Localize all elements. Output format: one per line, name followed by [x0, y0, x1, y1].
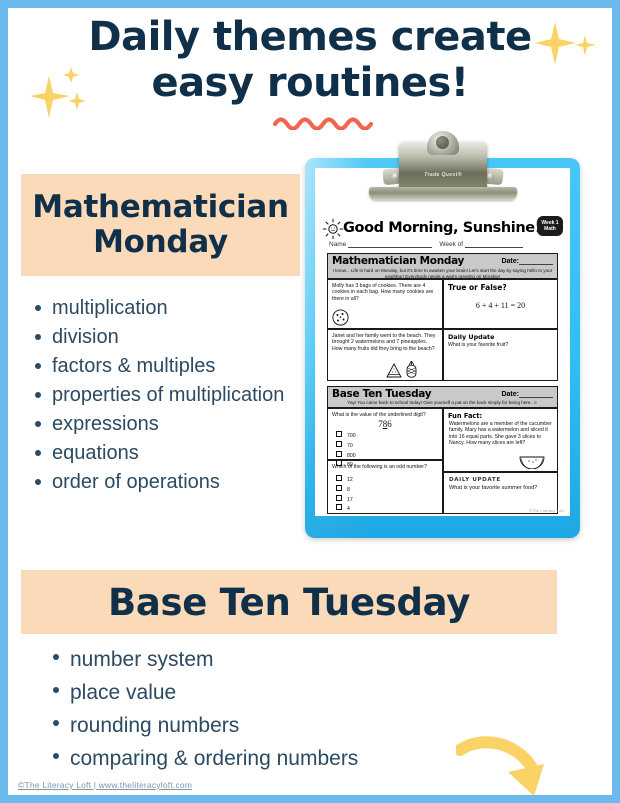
cookie-icon [332, 309, 349, 326]
fun-fact-text: Watermelons are a member of the cucumber… [449, 421, 552, 447]
digit-ones: 6 [387, 419, 392, 430]
bullet-list-base-ten-tuesday: number system place value rounding numbe… [46, 644, 526, 776]
tuesday-fun-fact-box: Fun Fact: Watermelons are a member of th… [443, 408, 558, 472]
bullet-list-mathematician-monday: multiplication division factors & multip… [28, 295, 303, 498]
page-title-line-2: easy routines! [151, 60, 469, 106]
option-row[interactable]: 12 [336, 475, 442, 485]
list-item: place value [53, 677, 526, 708]
page-title-line-1: Daily themes create [88, 14, 532, 60]
monday-header: Mathematician Monday Date: I know... Lif… [327, 253, 558, 279]
monday-daily-update-box: Daily Update What is your favorite fruit… [443, 329, 558, 381]
option-row[interactable]: 8 [336, 485, 442, 495]
true-false-label: True or False? [448, 283, 507, 292]
monday-equation: 6 + 4 + 11 = 20 [475, 301, 526, 310]
tuesday-question-2: Which of the following is an odd number? [332, 464, 427, 470]
name-label: Name [329, 241, 347, 248]
clip-rivet-left [392, 173, 399, 180]
tuesday-question-2-box: Which of the following is an odd number?… [327, 460, 443, 514]
monday-daily-update-label: Daily Update [448, 333, 495, 341]
week-math-badge: Week 1 Math [537, 216, 563, 236]
checkbox[interactable] [336, 450, 342, 457]
list-item: number system [53, 644, 526, 675]
worksheet-footer-credit: ©The Literacy Loft [529, 509, 564, 513]
clip-rivet-right [487, 173, 494, 180]
tuesday-question-1: What is the value of the underlined digi… [332, 412, 426, 418]
monday-question-2: Janet and her family went to the beach. … [332, 333, 436, 352]
checkbox[interactable] [336, 494, 342, 501]
list-item: order of operations [35, 469, 303, 496]
week-of-field[interactable] [464, 240, 523, 248]
tuesday-date[interactable]: Date: [501, 390, 553, 398]
name-week-row: Name Week of [329, 240, 557, 248]
monday-question-1-box: Molly has 3 bags of cookies. There are 4… [327, 279, 443, 329]
checkbox[interactable] [336, 485, 342, 491]
list-item: equations [35, 440, 303, 467]
monday-date-label: Date: [501, 258, 519, 265]
list-item: factors & multiples [35, 353, 303, 380]
checkbox[interactable] [336, 475, 342, 482]
monday-question-2-box: Janet and her family went to the beach. … [327, 329, 443, 381]
monday-true-false-box: True or False? 6 + 4 + 11 = 20 [443, 279, 558, 329]
section-title: Mathematician Monday [32, 189, 289, 260]
option-label: 800 [347, 452, 356, 459]
tuesday-subtitle: Yay! You came back to school today! Give… [347, 400, 538, 405]
option-row[interactable]: 800 [336, 450, 442, 461]
week-of-label: Week of [439, 241, 464, 248]
option-row[interactable]: 700 [336, 431, 442, 441]
option-label: 8 [347, 487, 350, 493]
option-row[interactable]: 70 [336, 441, 442, 451]
checkbox[interactable] [336, 504, 342, 511]
clip-brand-label: Trade Quest® [424, 172, 462, 178]
tuesday-question-2-options: 12 8 17 4 [328, 470, 442, 513]
option-label: 70 [347, 443, 353, 449]
watermelon-icon [386, 363, 402, 378]
tuesday-daily-update-label: DAILY UPDATE [449, 477, 501, 483]
fun-fact-label: Fun Fact: [448, 412, 483, 420]
poster-page: Daily themes create easy routines! Mathe… [8, 8, 612, 795]
option-row[interactable]: 17 [336, 494, 442, 505]
clipboard: Good Morning, Sunshine! Week 1 Math Name… [305, 131, 580, 538]
list-item: multiplication [35, 295, 303, 322]
option-label: 17 [347, 496, 353, 503]
clip-hole [436, 136, 449, 149]
tuesday-title: Base Ten Tuesday [332, 388, 432, 400]
pineapple-icon [406, 361, 417, 378]
tuesday-question-1-box: What is the value of the underlined digi… [327, 408, 443, 468]
tuesday-daily-update-question: What is your favorite summer food? [449, 485, 538, 491]
footer-credit[interactable]: ©The Literacy Loft | www.theliteracyloft… [18, 780, 192, 790]
tuesday-header: Base Ten Tuesday Date: Yay! You came bac… [327, 386, 558, 408]
option-label: 4 [347, 506, 350, 513]
option-label: 700 [347, 433, 356, 440]
squiggle-underline [273, 117, 373, 130]
option-row[interactable]: 4 [336, 504, 442, 514]
name-field[interactable] [348, 240, 433, 248]
list-item: properties of multiplication [35, 382, 303, 409]
monday-date[interactable]: Date: [501, 257, 553, 265]
monday-subtitle: I know... Life is hard on Monday, but it… [332, 268, 553, 279]
worksheet: Good Morning, Sunshine! Week 1 Math Name… [315, 168, 570, 516]
worksheet-title: Good Morning, Sunshine! [343, 220, 541, 236]
watermelon-icon [519, 456, 545, 469]
checkbox[interactable] [336, 441, 342, 447]
section-band-mathematician-monday: Mathematician Monday [21, 174, 300, 276]
checkbox[interactable] [336, 431, 342, 438]
option-label: 12 [347, 477, 353, 484]
clip-bar [369, 187, 517, 200]
monday-daily-update-question: What is your favorite fruit? [448, 342, 509, 348]
list-item: division [35, 324, 303, 351]
badge-subject: Math [544, 225, 556, 232]
worksheet-paper: Good Morning, Sunshine! Week 1 Math Name… [315, 168, 570, 516]
tuesday-daily-update-box: DAILY UPDATE What is your favorite summe… [443, 472, 558, 514]
section-title: Base Ten Tuesday [107, 580, 471, 624]
list-item: expressions [35, 411, 303, 438]
page-title: Daily themes create easy routines! [8, 14, 612, 106]
tuesday-underlined-number: 786 [328, 419, 442, 429]
monday-title: Mathematician Monday [332, 255, 465, 267]
tuesday-date-label: Date: [501, 391, 519, 398]
badge-week: Week 1 [541, 219, 559, 226]
monday-question-1: Molly has 3 bags of cookies. There are 4… [332, 283, 434, 302]
sun-icon [322, 218, 344, 240]
curved-arrow-icon [456, 736, 544, 795]
section-band-base-ten-tuesday: Base Ten Tuesday [21, 570, 557, 634]
